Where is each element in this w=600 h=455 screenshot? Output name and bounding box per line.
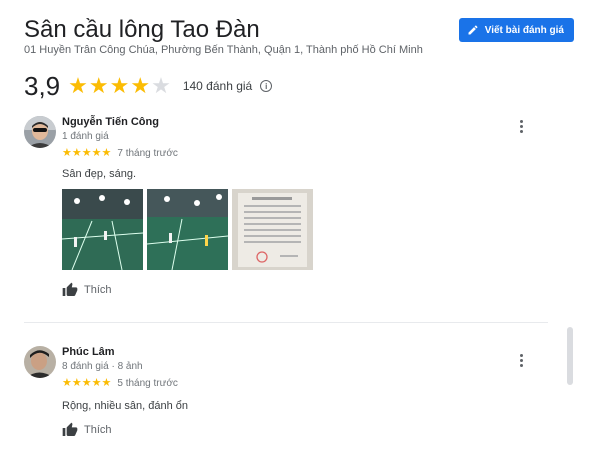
review-stars: ★ ★ ★ ★ ★ [62, 378, 111, 389]
star-icon: ★ [91, 377, 102, 389]
review-photo[interactable] [232, 189, 313, 270]
avatar[interactable] [24, 346, 56, 378]
review-text: Rộng, nhiều sân, đánh ổn [62, 400, 188, 412]
like-button[interactable]: Thích [62, 282, 112, 298]
place-address: 01 Huyền Trân Công Chúa, Phường Bến Thàn… [24, 44, 423, 56]
write-review-button[interactable]: Viết bài đánh giá [458, 18, 574, 42]
review-item: Nguyễn Tiến Công 1 đánh giá ★ ★ ★ ★ ★ 7 … [24, 116, 548, 316]
star-icon: ★ [62, 377, 72, 389]
star-icon: ★ [151, 73, 171, 98]
review-count[interactable]: 140 đánh giá [183, 79, 252, 93]
star-icon: ★ [88, 73, 109, 98]
like-label: Thích [84, 424, 112, 436]
info-icon[interactable]: i [260, 80, 273, 92]
review-photo[interactable] [62, 189, 143, 270]
review-rating-row: ★ ★ ★ ★ ★ 7 tháng trước [62, 148, 178, 160]
review-item: Phúc Lâm 8 đánh giá · 8 ảnh ★ ★ ★ ★ ★ 5 … [24, 346, 548, 451]
like-button[interactable]: Thích [62, 422, 112, 438]
star-icon: ★ [130, 73, 151, 98]
review-photo[interactable] [147, 189, 228, 270]
star-icon: ★ [62, 147, 72, 159]
reviewer-meta: 1 đánh giá [62, 131, 109, 142]
reviewer-name[interactable]: Phúc Lâm [62, 346, 115, 358]
star-icon: ★ [81, 377, 92, 389]
avatar[interactable] [24, 116, 56, 148]
reviewer-name[interactable]: Nguyễn Tiến Công [62, 116, 159, 128]
review-rating-row: ★ ★ ★ ★ ★ 5 tháng trước [62, 378, 178, 390]
review-time: 7 tháng trước [117, 148, 178, 159]
pencil-icon [468, 25, 478, 35]
thumb-up-icon [62, 422, 78, 436]
review-time: 5 tháng trước [117, 378, 178, 389]
scrollbar[interactable] [567, 327, 573, 385]
reviewer-meta: 8 đánh giá · 8 ảnh [62, 361, 143, 372]
review-text: Sân đẹp, sáng. [62, 168, 137, 180]
like-label: Thích [84, 284, 112, 296]
review-photos [62, 189, 313, 270]
star-icon: ★ [101, 147, 112, 159]
more-vert-icon[interactable] [514, 352, 528, 368]
star-icon: ★ [71, 147, 82, 159]
write-review-label: Viết bài đánh giá [484, 24, 564, 36]
thumb-up-icon [62, 282, 78, 296]
rating-stars: ★ ★ ★ ★ ★ [68, 75, 171, 97]
star-icon: ★ [68, 73, 88, 98]
review-divider [24, 322, 548, 323]
star-icon: ★ [81, 147, 92, 159]
place-title: Sân cầu lông Tao Đàn [24, 16, 260, 43]
more-vert-icon[interactable] [514, 118, 528, 134]
rating-summary: 3,9 ★ ★ ★ ★ ★ 140 đánh giá i [24, 70, 273, 102]
rating-value: 3,9 [24, 70, 61, 101]
star-icon: ★ [71, 377, 82, 389]
star-icon: ★ [109, 73, 130, 98]
star-icon: ★ [91, 147, 102, 159]
star-icon: ★ [101, 377, 112, 389]
review-stars: ★ ★ ★ ★ ★ [62, 148, 111, 159]
